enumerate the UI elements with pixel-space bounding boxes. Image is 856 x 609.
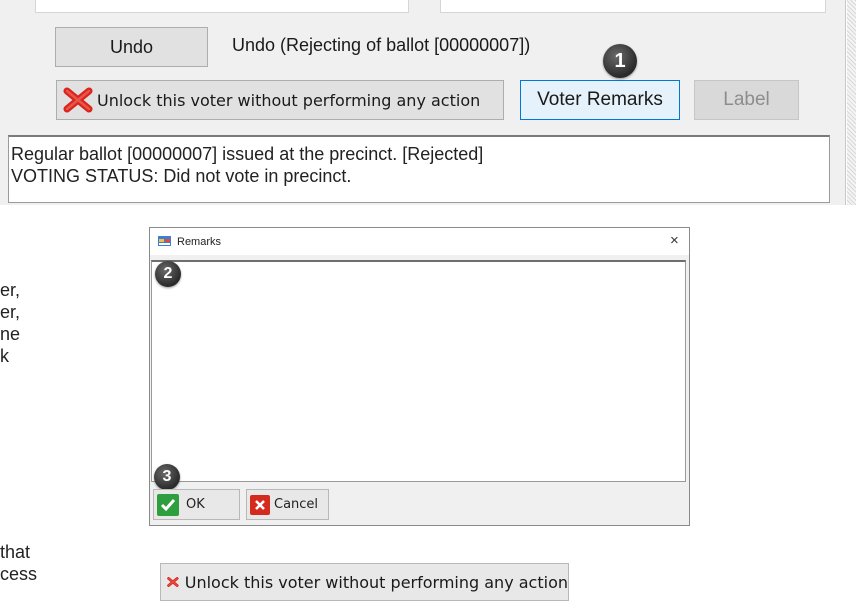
- unlock-voter-button[interactable]: Unlock this voter without performing any…: [160, 563, 569, 601]
- field-strip: [440, 0, 826, 13]
- voter-remarks-button[interactable]: Voter Remarks: [520, 80, 680, 120]
- voting-status-box: Regular ballot [00000007] issued at the …: [8, 135, 830, 203]
- instruction-text-fragment: that cess: [0, 542, 38, 584]
- callout-badge-3: 3: [154, 464, 180, 490]
- ok-button[interactable]: OK: [153, 489, 240, 520]
- dialog-titlebar: Remarks ×: [150, 228, 689, 255]
- close-icon[interactable]: ×: [670, 232, 679, 249]
- undo-button[interactable]: Undo: [55, 27, 208, 67]
- cancel-icon: [250, 494, 270, 515]
- label-button-label: Label: [723, 89, 770, 110]
- checkmark-icon: [157, 493, 179, 516]
- cancel-button[interactable]: Cancel: [246, 489, 329, 520]
- splitter[interactable]: [847, 0, 856, 205]
- form-icon: [158, 236, 171, 246]
- unlock-voter-label: Unlock this voter without performing any…: [184, 572, 568, 592]
- unlock-voter-button[interactable]: Unlock this voter without performing any…: [56, 80, 504, 120]
- callout-badge-2: 2: [155, 261, 181, 287]
- red-x-icon: [167, 577, 179, 587]
- dialog-title: Remarks: [177, 236, 222, 248]
- voter-remarks-label: Voter Remarks: [537, 89, 663, 110]
- voter-action-panel: Undo Undo (Rejecting of ballot [00000007…: [0, 0, 846, 205]
- ok-label: OK: [186, 497, 205, 512]
- unlock-voter-label: Unlock this voter without performing any…: [97, 90, 481, 110]
- remarks-textarea[interactable]: [151, 260, 686, 482]
- cancel-label: Cancel: [274, 497, 319, 512]
- status-line: VOTING STATUS: Did not vote in precinct.: [11, 166, 352, 186]
- remarks-dialog: Remarks × 2 3 OK Cancel: [149, 227, 690, 526]
- instruction-text-fragment: er, er, ne k: [0, 280, 21, 366]
- undo-description: Undo (Rejecting of ballot [00000007]): [232, 35, 531, 55]
- label-button: Label: [694, 80, 799, 120]
- status-line: Regular ballot [00000007] issued at the …: [11, 144, 484, 164]
- field-strip: [35, 0, 409, 13]
- undo-button-label: Undo: [109, 36, 154, 57]
- red-x-icon: [63, 87, 93, 113]
- callout-badge-1: 1: [603, 44, 637, 78]
